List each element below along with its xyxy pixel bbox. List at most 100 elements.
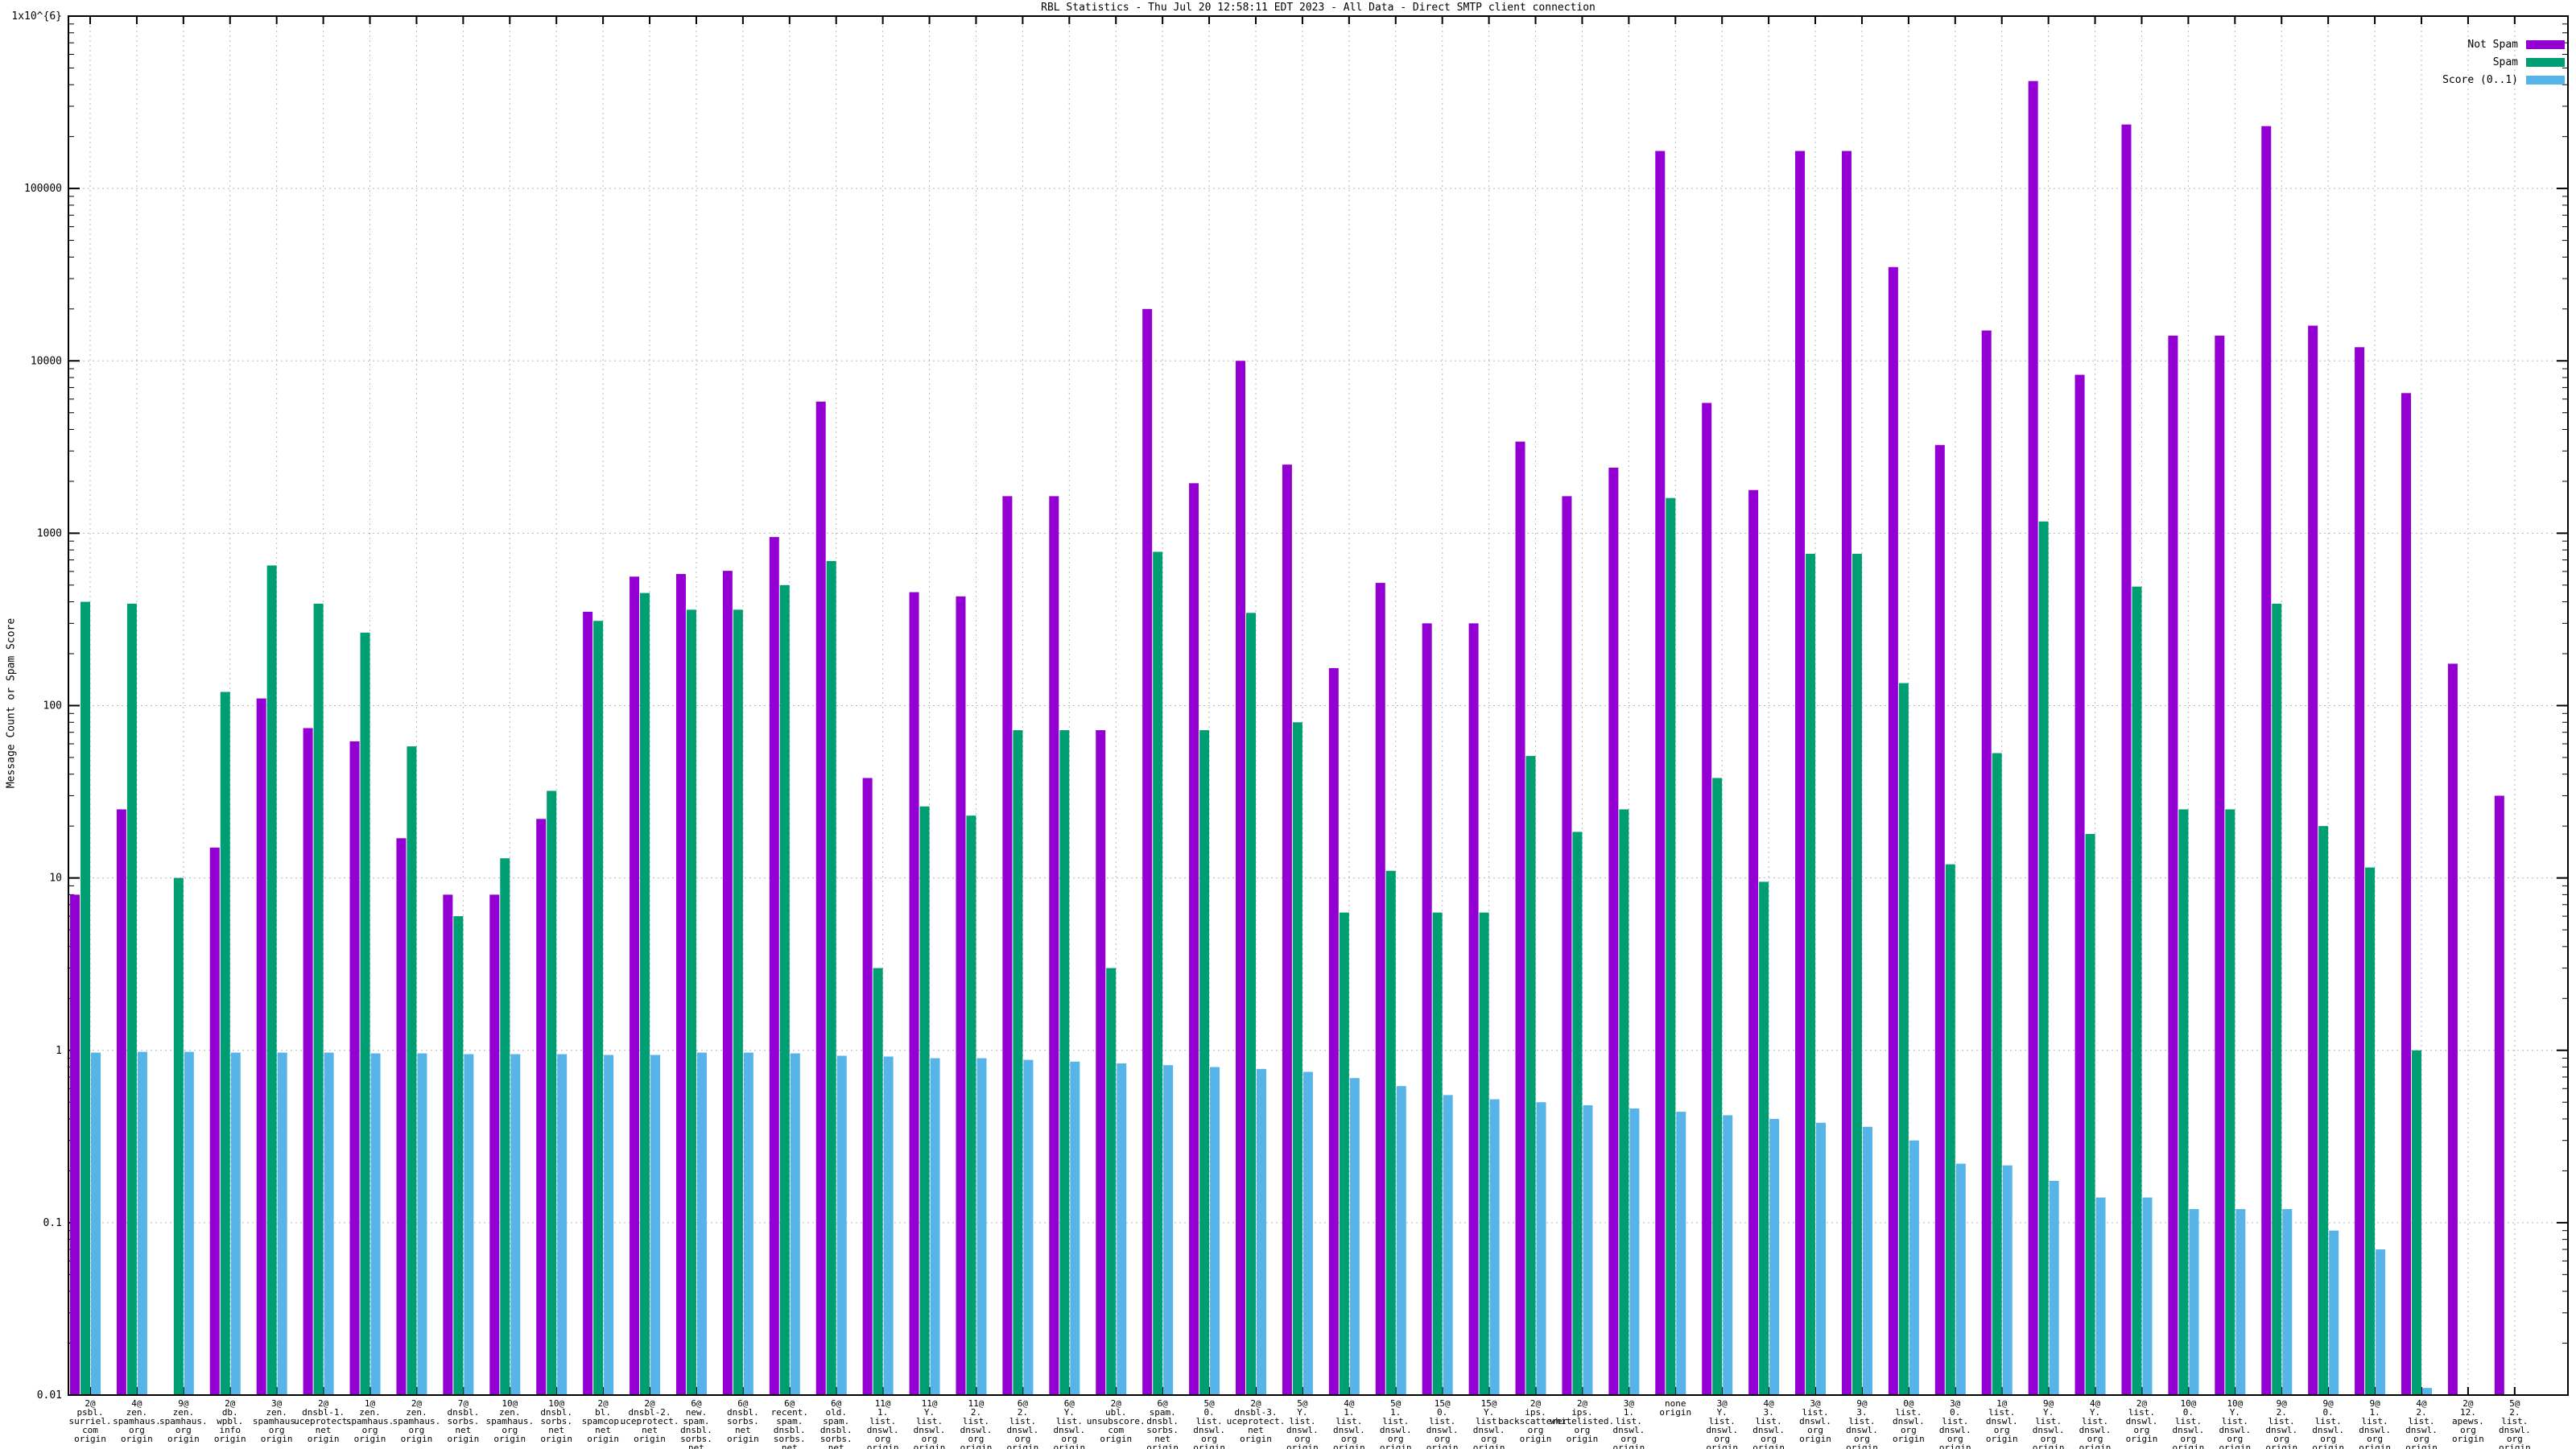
x-tick-label: origin bbox=[121, 1434, 153, 1444]
x-tick-label: origin bbox=[354, 1434, 386, 1444]
bar-not-spam bbox=[1702, 402, 1712, 1394]
bar-not-spam bbox=[2121, 124, 2132, 1395]
bar-spam bbox=[1712, 778, 1723, 1394]
bar-not-spam bbox=[256, 698, 266, 1394]
bar-spam bbox=[1525, 756, 1536, 1394]
legend-item-not-spam: Not Spam bbox=[2442, 35, 2565, 53]
legend-swatch-score bbox=[2526, 75, 2565, 85]
bar-spam bbox=[640, 592, 650, 1394]
bar-spam bbox=[1246, 613, 1256, 1394]
bar-not-spam bbox=[1515, 441, 1525, 1395]
x-tick-label: origin bbox=[1286, 1443, 1319, 1449]
bar-not-spam bbox=[349, 741, 360, 1394]
bar-score bbox=[91, 1052, 101, 1394]
bar-spam bbox=[2038, 521, 2049, 1395]
bar-score bbox=[790, 1053, 800, 1394]
x-tick-label: origin bbox=[1659, 1407, 1691, 1418]
bar-spam bbox=[547, 791, 557, 1394]
bar-spam bbox=[826, 560, 836, 1395]
x-tick-label: origin bbox=[1986, 1434, 2018, 1444]
bar-not-spam bbox=[1189, 483, 1199, 1394]
x-tick-label: origin bbox=[214, 1434, 246, 1444]
bar-score bbox=[743, 1052, 753, 1394]
x-tick-label: origin bbox=[1100, 1434, 1132, 1444]
bar-score bbox=[417, 1053, 427, 1394]
x-tick-label: origin bbox=[1426, 1443, 1459, 1449]
x-tick-label: origin bbox=[727, 1434, 759, 1444]
x-tick-label: origin bbox=[493, 1434, 526, 1444]
bar-score bbox=[1862, 1126, 1872, 1394]
bar-spam bbox=[1992, 753, 2002, 1394]
x-tick-label: origin bbox=[1893, 1434, 1925, 1444]
x-tick-label: origin bbox=[167, 1434, 200, 1444]
bar-score bbox=[2376, 1249, 2386, 1394]
bar-score bbox=[324, 1052, 334, 1394]
x-tick-label: origin bbox=[1193, 1443, 1225, 1449]
bar-not-spam bbox=[1562, 496, 1572, 1394]
x-tick-label: origin bbox=[867, 1443, 899, 1449]
bar-score bbox=[696, 1052, 707, 1394]
x-tick-label: origin bbox=[587, 1434, 619, 1444]
bar-score bbox=[1536, 1102, 1546, 1394]
bar-score bbox=[277, 1052, 287, 1394]
x-tick-label: origin bbox=[1146, 1443, 1179, 1449]
bar-score bbox=[1955, 1163, 1966, 1394]
x-tick-label: origin bbox=[2173, 1443, 2205, 1449]
bar-not-spam bbox=[1468, 623, 1479, 1394]
bar-spam bbox=[1945, 864, 1955, 1394]
x-tick-label: origin bbox=[1567, 1434, 1599, 1444]
x-tick-label: origin bbox=[2499, 1443, 2531, 1449]
bar-score bbox=[1070, 1061, 1080, 1394]
bar-not-spam bbox=[1142, 308, 1153, 1394]
bar-not-spam bbox=[769, 537, 779, 1394]
bar-spam bbox=[593, 621, 604, 1394]
bar-spam bbox=[453, 916, 464, 1394]
chart-title: RBL Statistics - Thu Jul 20 12:58:11 EDT… bbox=[1041, 2, 1596, 14]
bar-score bbox=[650, 1055, 661, 1394]
bar-not-spam bbox=[2074, 374, 2085, 1394]
bar-score bbox=[2329, 1230, 2339, 1394]
x-tick-label: origin bbox=[1846, 1443, 1878, 1449]
bar-score bbox=[604, 1055, 614, 1394]
x-tick-label: origin bbox=[1752, 1443, 1785, 1449]
bar-spam bbox=[407, 746, 417, 1394]
bar-score bbox=[137, 1051, 147, 1394]
bar-score bbox=[1489, 1099, 1500, 1394]
bar-score bbox=[2142, 1197, 2153, 1394]
bar-not-spam bbox=[1981, 330, 1992, 1395]
bar-score bbox=[1163, 1065, 1174, 1394]
bar-score bbox=[836, 1055, 847, 1394]
bar-score bbox=[1257, 1068, 1266, 1394]
x-tick-label: origin bbox=[1333, 1443, 1365, 1449]
x-tick-label: origin bbox=[447, 1434, 479, 1444]
x-tick-label: origin bbox=[1612, 1443, 1645, 1449]
y-tick-label: 1 bbox=[56, 1045, 62, 1057]
bar-spam bbox=[686, 609, 696, 1394]
bar-score bbox=[2049, 1180, 2059, 1394]
y-tick-label: 0.1 bbox=[43, 1217, 62, 1229]
bar-score bbox=[1676, 1112, 1686, 1394]
bar-not-spam bbox=[443, 894, 453, 1394]
bar-spam bbox=[1479, 912, 1489, 1394]
x-tick-label: origin bbox=[1053, 1443, 1085, 1449]
bar-not-spam bbox=[2355, 347, 2365, 1395]
x-tick-label: origin bbox=[2219, 1443, 2251, 1449]
bar-not-spam bbox=[956, 596, 966, 1394]
bar-spam bbox=[220, 691, 230, 1394]
x-tick-label: origin bbox=[401, 1434, 433, 1444]
x-tick-label: origin bbox=[2265, 1443, 2297, 1449]
bar-score bbox=[370, 1053, 381, 1394]
bar-spam bbox=[500, 858, 510, 1394]
bar-score bbox=[976, 1058, 987, 1394]
bar-spam bbox=[2412, 1050, 2421, 1394]
bar-spam bbox=[1199, 730, 1210, 1394]
bar-spam bbox=[733, 609, 743, 1394]
bar-not-spam bbox=[630, 576, 640, 1394]
bar-score bbox=[184, 1051, 194, 1394]
x-tick-label: origin bbox=[2033, 1443, 2065, 1449]
legend-label-score: Score (0..1) bbox=[2442, 73, 2518, 86]
bar-spam bbox=[2085, 833, 2095, 1394]
x-tick-label: net bbox=[828, 1443, 844, 1449]
bar-score bbox=[2422, 1388, 2432, 1394]
bar-score bbox=[883, 1056, 894, 1394]
